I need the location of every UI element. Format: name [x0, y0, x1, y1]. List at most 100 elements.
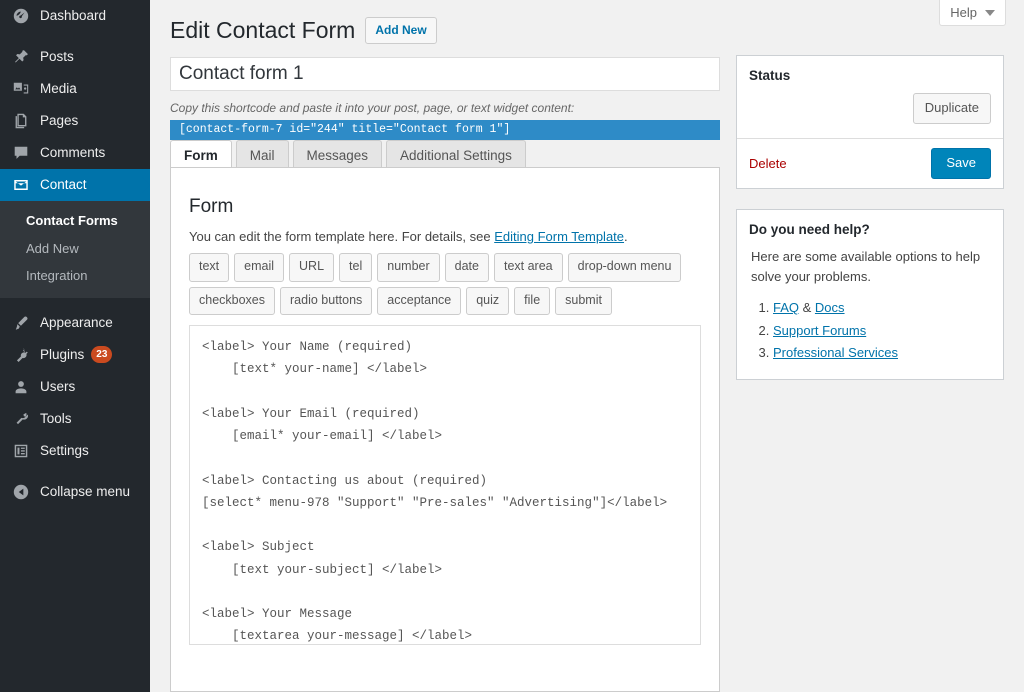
sidebar-item-dashboard[interactable]: Dashboard: [0, 0, 150, 32]
sidebar-item-collapse-menu[interactable]: Collapse menu: [0, 476, 150, 508]
tag-button-email[interactable]: email: [234, 253, 285, 282]
submenu-item-integration[interactable]: Integration: [0, 262, 150, 290]
editor-left-column: Copy this shortcode and paste it into yo…: [170, 57, 720, 140]
editor-right-column: Status Duplicate Delete Save Do you need…: [736, 55, 1004, 400]
pages-icon: [11, 111, 31, 131]
collapse-icon: [11, 482, 31, 502]
tag-generator-buttons: text email URL tel number date text area…: [189, 253, 701, 315]
help-tab-container: Help: [939, 0, 1006, 26]
status-postbox-body: Duplicate: [737, 93, 1003, 138]
sidebar-label: Posts: [40, 49, 74, 65]
form-panel: Form You can edit the form template here…: [170, 167, 720, 692]
tag-button-number[interactable]: number: [377, 253, 440, 282]
support-forums-link[interactable]: Support Forums: [773, 323, 866, 338]
sidebar-item-settings[interactable]: Settings: [0, 435, 150, 467]
help-postbox-title: Do you need help?: [749, 221, 870, 237]
tag-button-file[interactable]: file: [514, 286, 551, 315]
tag-button-submit[interactable]: submit: [555, 286, 612, 315]
form-title-input[interactable]: [170, 57, 720, 91]
help-tab-button[interactable]: Help: [939, 0, 1006, 26]
sidebar-item-comments[interactable]: Comments: [0, 137, 150, 169]
sidebar-item-posts[interactable]: Posts: [0, 41, 150, 73]
help-list-item: Professional Services: [773, 342, 989, 365]
status-postbox-title: Status: [749, 68, 791, 83]
tag-button-tel[interactable]: tel: [339, 253, 373, 282]
chevron-down-icon: [985, 9, 995, 16]
form-panel-description-suffix: .: [624, 229, 628, 244]
comment-icon: [11, 143, 31, 163]
page-header: Edit Contact Form Add New: [170, 16, 437, 46]
main-content-area: Help Edit Contact Form Add New Copy this…: [150, 0, 1024, 692]
save-button[interactable]: Save: [931, 147, 991, 179]
tag-button-url[interactable]: URL: [289, 253, 335, 282]
brush-icon: [11, 313, 31, 333]
form-panel-description-prefix: You can edit the form template here. For…: [189, 229, 495, 244]
tag-button-text[interactable]: text: [189, 253, 230, 282]
form-panel-description: You can edit the form template here. For…: [189, 229, 701, 244]
form-template-textarea[interactable]: [189, 325, 701, 645]
form-panel-title: Form: [189, 196, 234, 217]
menu-separator: [0, 467, 150, 476]
sidebar-item-pages[interactable]: Pages: [0, 105, 150, 137]
sidebar-item-users[interactable]: Users: [0, 371, 150, 403]
help-list-item: Support Forums: [773, 320, 989, 343]
menu-separator: [0, 298, 150, 307]
settings-icon: [11, 441, 31, 461]
menu-separator: [0, 32, 150, 41]
help-tab-label: Help: [950, 5, 977, 20]
ampersand-text: &: [799, 299, 815, 315]
tag-button-checkboxes[interactable]: checkboxes: [189, 286, 276, 315]
user-icon: [11, 377, 31, 397]
faq-link[interactable]: FAQ: [773, 300, 799, 315]
professional-services-link[interactable]: Professional Services: [773, 345, 898, 360]
tag-button-drop-down-menu[interactable]: drop-down menu: [567, 253, 682, 282]
sidebar-label: Media: [40, 81, 77, 97]
tag-button-text-area[interactable]: text area: [493, 253, 563, 282]
sidebar-item-appearance[interactable]: Appearance: [0, 307, 150, 339]
tag-button-radio-buttons[interactable]: radio buttons: [280, 286, 373, 315]
status-postbox: Status Duplicate Delete Save: [736, 55, 1004, 189]
plugins-update-badge: 23: [91, 346, 113, 364]
sidebar-label: Tools: [40, 410, 72, 426]
delete-link[interactable]: Delete: [749, 156, 787, 171]
editing-form-template-link[interactable]: Editing Form Template: [494, 229, 624, 244]
tag-button-date[interactable]: date: [444, 253, 489, 282]
page-title: Edit Contact Form: [170, 17, 356, 43]
tag-button-quiz[interactable]: quiz: [466, 286, 510, 315]
help-description: Here are some available options to help …: [751, 248, 981, 284]
pin-icon: [11, 47, 31, 67]
help-links-list: FAQ & Docs Support Forums Professional S…: [773, 297, 989, 365]
sidebar-label: Pages: [40, 113, 79, 129]
plug-icon: [11, 345, 31, 365]
submenu-item-add-new[interactable]: Add New: [0, 235, 150, 263]
submenu-item-contact-forms[interactable]: Contact Forms: [0, 207, 150, 235]
add-new-button[interactable]: Add New: [365, 17, 437, 45]
sidebar-item-plugins[interactable]: Plugins 23: [0, 339, 150, 371]
shortcode-help-text: Copy this shortcode and paste it into yo…: [170, 101, 575, 115]
sidebar-item-media[interactable]: Media: [0, 73, 150, 105]
shortcode-value[interactable]: [contact-form-7 id="244" title="Contact …: [170, 120, 720, 140]
sidebar-label: Contact: [40, 177, 87, 193]
duplicate-button[interactable]: Duplicate: [912, 93, 991, 124]
help-postbox-body: Here are some available options to help …: [737, 247, 1003, 380]
status-postbox-footer: Delete Save: [737, 137, 1003, 188]
sidebar-item-tools[interactable]: Tools: [0, 403, 150, 435]
dashboard-icon: [11, 6, 31, 26]
envelope-icon: [11, 175, 31, 195]
sidebar-label: Plugins: [40, 346, 85, 362]
sidebar-item-contact[interactable]: Contact: [0, 169, 150, 201]
help-list-item: FAQ & Docs: [773, 297, 989, 320]
help-postbox: Do you need help? Here are some availabl…: [736, 208, 1004, 381]
sidebar-label: Users: [40, 378, 76, 394]
contact-submenu: Contact Forms Add New Integration: [0, 201, 150, 298]
media-icon: [11, 79, 31, 99]
sidebar-label: Collapse menu: [40, 483, 131, 499]
sidebar-label: Comments: [40, 145, 106, 161]
wrench-icon: [11, 409, 31, 429]
sidebar-label: Dashboard: [40, 8, 107, 24]
sidebar-label: Appearance: [40, 314, 113, 330]
admin-sidebar: Dashboard Posts Media Pages Comments Con…: [0, 0, 150, 692]
tag-button-acceptance[interactable]: acceptance: [377, 286, 462, 315]
sidebar-label: Settings: [40, 442, 89, 458]
docs-link[interactable]: Docs: [815, 300, 845, 315]
